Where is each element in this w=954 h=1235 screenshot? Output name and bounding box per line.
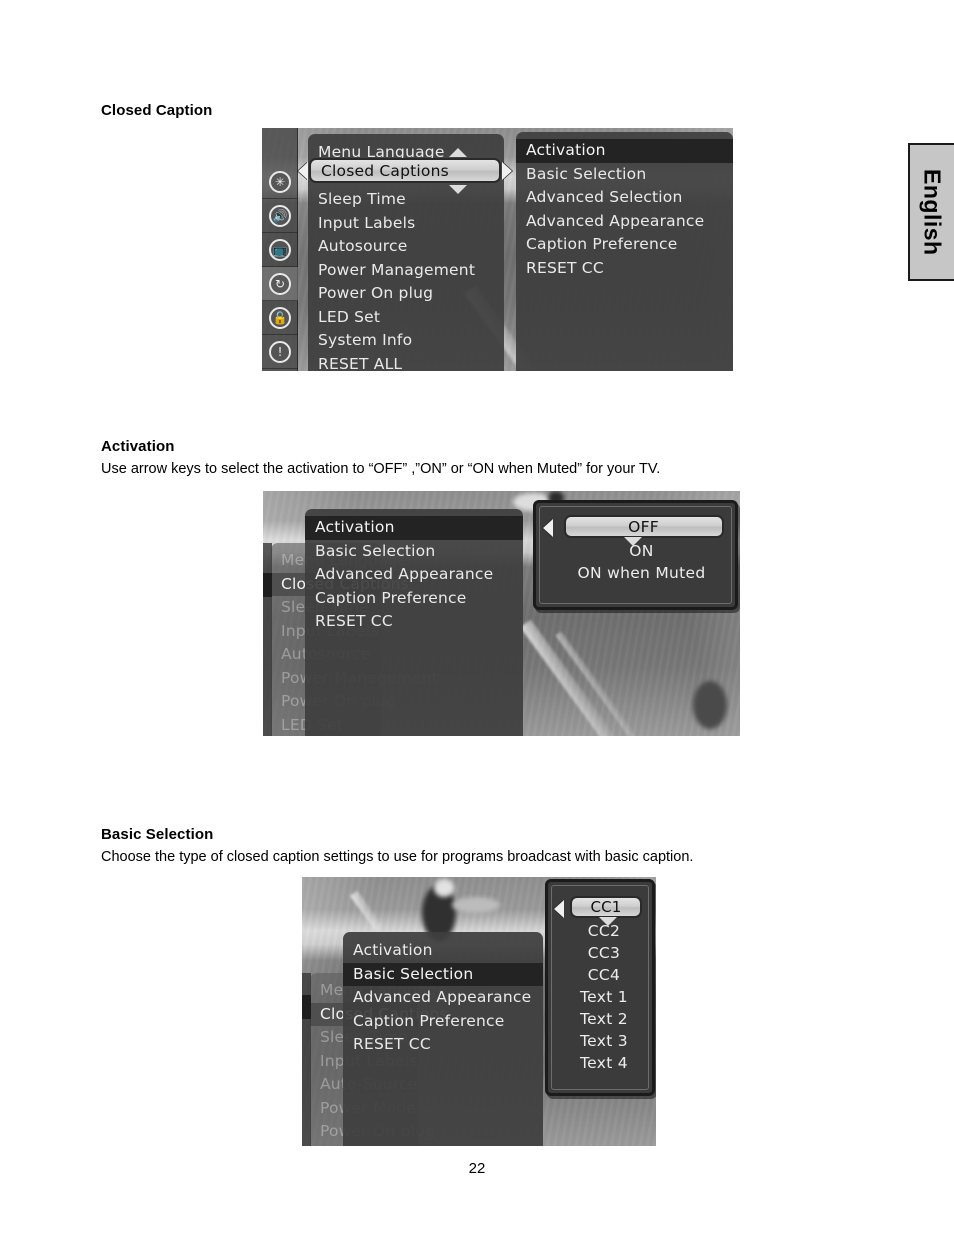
osd-cc-menu-panel: Activation Basic Selection Advanced Appe… <box>305 509 523 736</box>
language-tab-label: English <box>919 168 946 256</box>
cc-menu-item-basic-selection[interactable]: Basic Selection <box>305 540 523 564</box>
submenu-item-basic-selection[interactable]: Basic Selection <box>516 163 733 187</box>
cc-menu-item-activation[interactable]: Activation <box>305 516 523 540</box>
osd-background-rail-active <box>302 995 311 1019</box>
up-arrow-icon[interactable] <box>449 148 467 157</box>
page-number: 22 <box>468 1160 486 1177</box>
right-arrow-icon[interactable] <box>502 162 512 180</box>
down-arrow-icon[interactable] <box>599 917 617 926</box>
submenu-item-activation[interactable]: Activation <box>516 139 733 163</box>
setup-icon[interactable]: ↻ <box>262 267 298 301</box>
submenu-item-caption-preference[interactable]: Caption Preference <box>516 233 733 257</box>
info-icon[interactable]: ! <box>262 335 298 369</box>
submenu-item-advanced-appearance[interactable]: Advanced Appearance <box>516 210 733 234</box>
left-arrow-icon[interactable] <box>543 519 553 537</box>
submenu-item-advanced-selection[interactable]: Advanced Selection <box>516 186 733 210</box>
paragraph-activation: Use arrow keys to select the activation … <box>101 461 661 477</box>
basic-selection-option-cc3[interactable]: CC3 <box>548 942 652 964</box>
tv-osd-screenshot-activation: Menu Language Closed Captions Sleep Time… <box>263 491 740 736</box>
osd-selected-item-closed-captions[interactable]: Closed Captions <box>309 158 501 183</box>
menu-item-system-info[interactable]: System Info <box>308 329 504 353</box>
menu-item-input-labels[interactable]: Input Labels <box>308 212 504 236</box>
osd-background-rail-active <box>263 573 272 597</box>
basic-selection-option-cc4[interactable]: CC4 <box>548 964 652 986</box>
photo-blob <box>693 681 727 729</box>
cc-menu-item-activation[interactable]: Activation <box>343 939 543 963</box>
osd-background-icon-rail <box>263 543 272 736</box>
brightness-icon[interactable]: ✳ <box>262 165 298 199</box>
down-arrow-icon[interactable] <box>449 185 467 194</box>
tv-icon[interactable]: 📺 <box>262 233 298 267</box>
page-title-closed-caption: Closed Caption <box>101 102 213 119</box>
photo-blob <box>434 879 454 897</box>
left-arrow-icon[interactable] <box>298 162 308 180</box>
menu-item-autosource[interactable]: Autosource <box>308 235 504 259</box>
osd-icon-rail: ✳ 🔊 📺 ↻ 🔓 ! <box>262 128 298 371</box>
cc-menu-item-basic-selection[interactable]: Basic Selection <box>343 962 543 986</box>
cc-menu-item-caption-preference[interactable]: Caption Preference <box>343 1010 543 1034</box>
left-arrow-icon[interactable] <box>554 900 564 918</box>
activation-option-on-when-muted[interactable]: ON when Muted <box>536 562 735 584</box>
activation-value-popup: OFF ON ON when Muted <box>533 500 738 610</box>
heading-activation: Activation <box>101 438 175 455</box>
menu-item-sleep-time[interactable]: Sleep Time <box>308 188 504 212</box>
heading-basic-selection: Basic Selection <box>101 826 214 843</box>
basic-selection-option-cc1[interactable]: CC1 <box>570 896 642 918</box>
menu-item-led-set[interactable]: LED Set <box>308 306 504 330</box>
lock-icon[interactable]: 🔓 <box>262 301 298 335</box>
cc-menu-item-caption-preference[interactable]: Caption Preference <box>305 587 523 611</box>
tv-osd-screenshot-closed-captions: ✳ 🔊 📺 ↻ 🔓 ! Menu Language Sleep Time Inp… <box>262 128 733 371</box>
activation-option-off[interactable]: OFF <box>563 515 724 538</box>
down-arrow-icon[interactable] <box>624 537 642 546</box>
basic-selection-option-text-4[interactable]: Text 4 <box>548 1052 652 1074</box>
osd-closed-captions-submenu-panel: Activation Basic Selection Advanced Sele… <box>516 132 733 371</box>
menu-item-power-management[interactable]: Power Management <box>308 259 504 283</box>
cc-menu-item-advanced-appearance[interactable]: Advanced Appearance <box>343 986 543 1010</box>
language-tab-english: English <box>908 143 954 281</box>
paragraph-basic-selection: Choose the type of closed caption settin… <box>101 849 694 865</box>
cc-menu-item-reset-cc[interactable]: RESET CC <box>343 1033 543 1057</box>
submenu-item-reset-cc[interactable]: RESET CC <box>516 257 733 281</box>
manual-page: English Closed Caption ✳ 🔊 📺 ↻ 🔓 ! Menu … <box>0 0 954 1235</box>
basic-selection-option-text-1[interactable]: Text 1 <box>548 986 652 1008</box>
cc-menu-item-reset-cc[interactable]: RESET CC <box>305 610 523 634</box>
cc-menu-item-advanced-appearance[interactable]: Advanced Appearance <box>305 563 523 587</box>
basic-selection-option-text-3[interactable]: Text 3 <box>548 1030 652 1052</box>
speaker-icon[interactable]: 🔊 <box>262 199 298 233</box>
photo-blob <box>452 897 500 913</box>
tv-osd-screenshot-basic-selection: Menu Language Closed Captions Sleep Time… <box>302 877 656 1146</box>
basic-selection-value-popup: CC1 CC2 CC3 CC4 Text 1 Text 2 Text 3 Tex… <box>545 879 655 1096</box>
menu-item-reset-all[interactable]: RESET ALL <box>308 353 504 372</box>
basic-selection-option-text-2[interactable]: Text 2 <box>548 1008 652 1030</box>
osd-cc-menu-panel: Activation Basic Selection Advanced Appe… <box>343 932 543 1146</box>
menu-item-power-on-plug[interactable]: Power On plug <box>308 282 504 306</box>
